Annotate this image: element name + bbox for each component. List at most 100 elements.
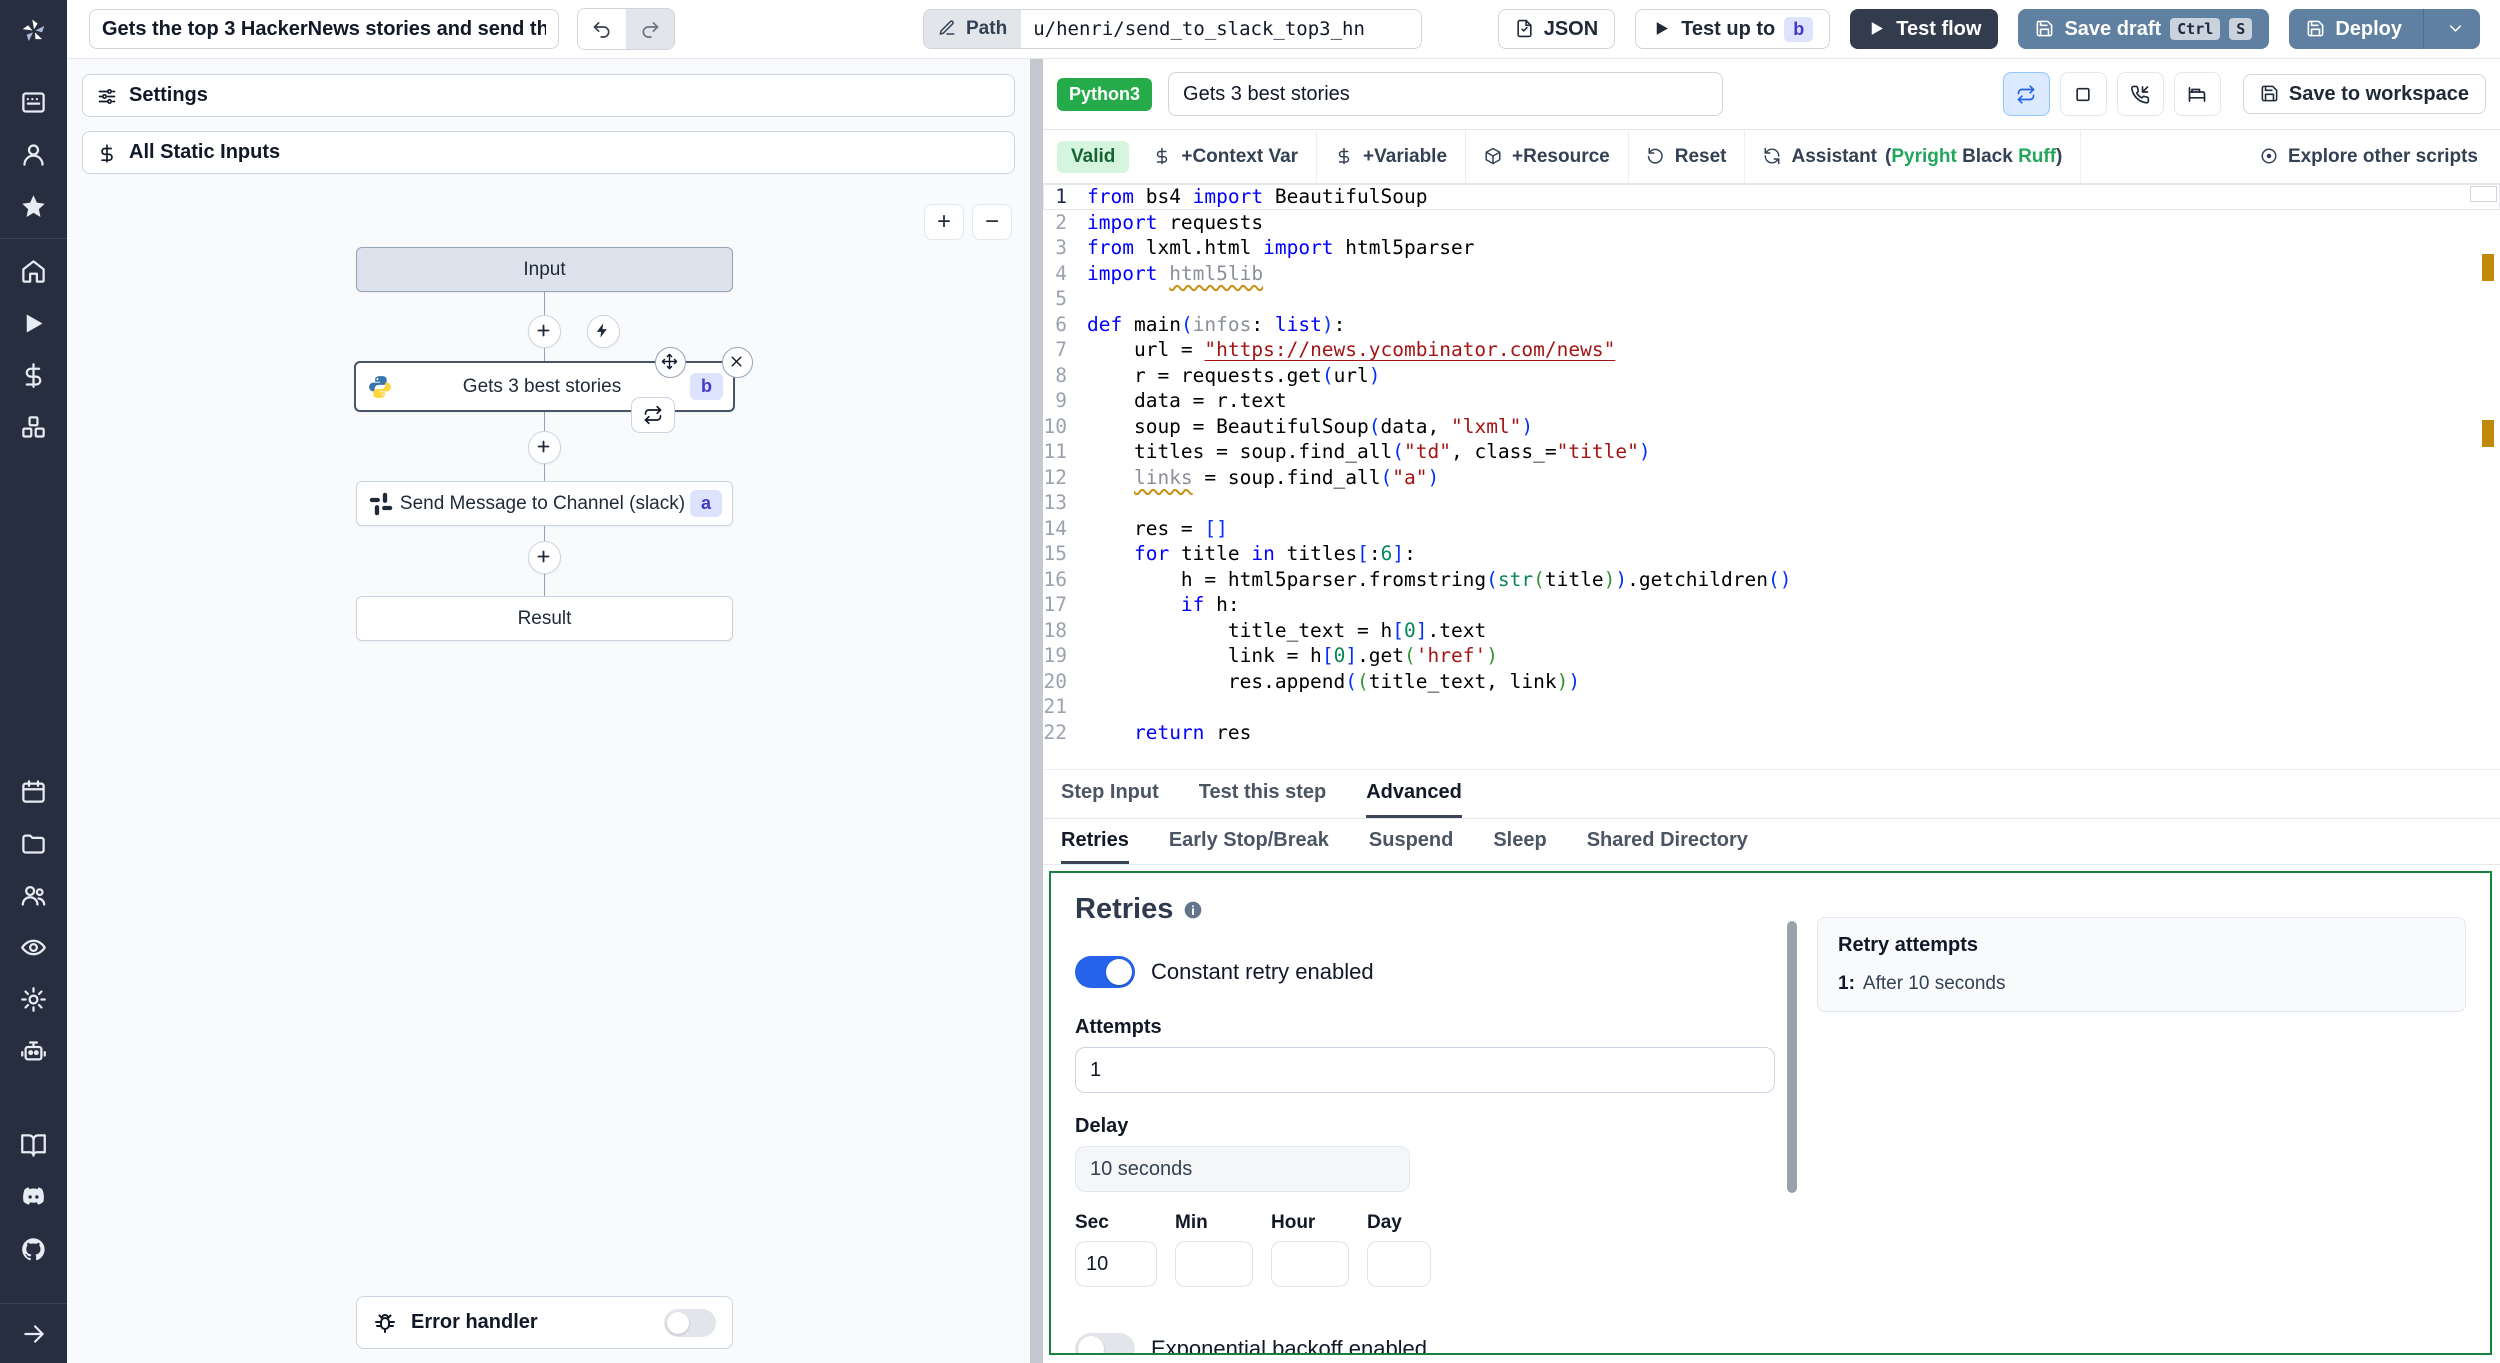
add-variable-button[interactable]: +Variable (1317, 130, 1467, 183)
eye-icon[interactable] (0, 921, 67, 973)
flow-node-input[interactable]: Input (356, 247, 733, 292)
assistant-button[interactable]: Assistant (Pyright Black Ruff) (1745, 130, 2082, 183)
code-line[interactable]: 5 (1043, 286, 2500, 312)
windmill-logo-icon[interactable] (0, 0, 67, 62)
code-line[interactable]: 17 if h: (1043, 592, 2500, 618)
test-up-to-button[interactable]: Test up to b (1635, 9, 1831, 49)
code-line[interactable]: 20 res.append((title_text, link)) (1043, 669, 2500, 695)
error-handler-node[interactable]: Error handler (356, 1296, 733, 1349)
delete-node-button[interactable] (722, 347, 753, 378)
plus-icon (535, 322, 555, 342)
calendar-icon[interactable] (0, 765, 67, 817)
subtab-retries[interactable]: Retries (1061, 819, 1129, 864)
retries-scrollbar[interactable] (1775, 893, 1809, 1333)
flow-title-input[interactable] (89, 9, 559, 49)
subtab-shared-directory[interactable]: Shared Directory (1587, 819, 1748, 864)
code-line[interactable]: 14 res = [] (1043, 516, 2500, 542)
subtab-early-stop-break[interactable]: Early Stop/Break (1169, 819, 1329, 864)
test-flow-button[interactable]: Test flow (1850, 9, 1999, 49)
reset-button[interactable]: Reset (1629, 130, 1746, 183)
code-line[interactable]: 15 for title in titles[:6]: (1043, 541, 2500, 567)
deploy-button[interactable]: Deploy (2289, 9, 2480, 49)
sleep-button[interactable] (2173, 72, 2221, 116)
folder-icon[interactable] (0, 817, 67, 869)
constant-retry-toggle[interactable] (1075, 956, 1135, 988)
code-line[interactable]: 11 titles = soup.find_all("td", class_="… (1043, 439, 2500, 465)
star-icon[interactable] (0, 180, 67, 232)
info-icon[interactable] (1183, 900, 1203, 920)
user-icon[interactable] (0, 128, 67, 180)
dollar-icon[interactable] (0, 349, 67, 401)
node-retry-indicator[interactable] (631, 397, 675, 433)
code-line[interactable]: 6 def main(infos: list): (1043, 312, 2500, 338)
flow-node-step-a[interactable]: Send Message to Channel (slack) a (356, 481, 733, 526)
book-icon[interactable] (0, 1119, 67, 1171)
tab-test-this-step[interactable]: Test this step (1199, 770, 1326, 818)
code-line[interactable]: 10 soup = BeautifulSoup(data, "lxml") (1043, 414, 2500, 440)
panel-resize-divider[interactable] (1030, 59, 1043, 1363)
chevron-down-icon[interactable] (2433, 19, 2479, 39)
early-stop-button[interactable] (2059, 72, 2107, 116)
code-editor[interactable]: 1 from bs4 import BeautifulSoup 2 import re… (1043, 184, 2500, 769)
tab-advanced[interactable]: Advanced (1366, 770, 1462, 818)
code-line[interactable]: 7 url = "https://news.ycombinator.com/ne… (1043, 337, 2500, 363)
hour-input[interactable] (1271, 1241, 1349, 1287)
move-node-handle[interactable] (655, 347, 686, 378)
app-window-icon[interactable] (0, 76, 67, 128)
attempts-input[interactable] (1075, 1047, 1775, 1093)
add-context-var-button[interactable]: +Context Var (1135, 130, 1318, 183)
suspend-button[interactable] (2116, 72, 2164, 116)
flow-node-result[interactable]: Result (356, 596, 733, 641)
home-icon[interactable] (0, 245, 67, 297)
error-handler-toggle[interactable] (664, 1308, 716, 1337)
flow-settings-button[interactable]: Settings (82, 74, 1015, 117)
gear-icon[interactable] (0, 973, 67, 1025)
add-trigger-button[interactable] (587, 315, 620, 348)
exponential-backoff-toggle[interactable] (1075, 1333, 1135, 1353)
code-line[interactable]: 4 import html5lib (1043, 261, 2500, 287)
code-line[interactable]: 9 data = r.text (1043, 388, 2500, 414)
add-step-button-1[interactable] (528, 315, 561, 348)
play-icon[interactable] (0, 297, 67, 349)
code-line[interactable]: 1 from bs4 import BeautifulSoup (1043, 184, 2500, 210)
save-draft-button[interactable]: Save draft Ctrl S (2018, 9, 2270, 49)
minimap-slider[interactable] (2470, 186, 2497, 202)
users-icon[interactable] (0, 869, 67, 921)
code-line[interactable]: 16 h = html5parser.fromstring(str(title)… (1043, 567, 2500, 593)
code-line[interactable]: 3 from lxml.html import html5parser (1043, 235, 2500, 261)
code-line[interactable]: 8 r = requests.get(url) (1043, 363, 2500, 389)
tab-step-input[interactable]: Step Input (1061, 770, 1159, 818)
zoom-in-button[interactable]: + (924, 204, 964, 240)
save-to-workspace-button[interactable]: Save to workspace (2242, 74, 2486, 114)
code-line[interactable]: 19 link = h[0].get('href') (1043, 643, 2500, 669)
explore-other-scripts-button[interactable]: Explore other scripts (2242, 130, 2500, 183)
day-input[interactable] (1367, 1241, 1431, 1287)
step-name-input[interactable] (1168, 72, 1724, 116)
bot-icon[interactable] (0, 1025, 67, 1077)
code-line[interactable]: 18 title_text = h[0].text (1043, 618, 2500, 644)
add-resource-button[interactable]: +Resource (1466, 130, 1629, 183)
path-input[interactable] (1021, 10, 1422, 48)
min-input[interactable] (1175, 1241, 1253, 1287)
code-line[interactable]: 12 links = soup.find_all("a") (1043, 465, 2500, 491)
all-static-inputs-button[interactable]: All Static Inputs (82, 131, 1015, 174)
subtab-sleep[interactable]: Sleep (1493, 819, 1546, 864)
code-line[interactable]: 2 import requests (1043, 210, 2500, 236)
arrow-right-icon[interactable] (0, 1303, 67, 1363)
undo-button[interactable] (578, 9, 626, 49)
json-button[interactable]: JSON (1497, 9, 1616, 49)
boxes-icon[interactable] (0, 401, 67, 453)
sec-input[interactable] (1075, 1241, 1157, 1287)
retries-indicator-button[interactable] (2002, 72, 2050, 116)
github-icon[interactable] (0, 1223, 67, 1275)
discord-icon[interactable] (0, 1171, 67, 1223)
code-line[interactable]: 22 return res (1043, 720, 2500, 746)
add-step-button-2[interactable] (528, 431, 561, 464)
code-line[interactable]: 13 (1043, 490, 2500, 516)
redo-button[interactable] (626, 9, 674, 49)
add-step-button-3[interactable] (528, 541, 561, 574)
subtab-suspend[interactable]: Suspend (1369, 819, 1453, 864)
code-line[interactable]: 21 (1043, 694, 2500, 720)
path-chip[interactable]: Path (924, 10, 1022, 48)
zoom-out-button[interactable]: − (972, 204, 1012, 240)
